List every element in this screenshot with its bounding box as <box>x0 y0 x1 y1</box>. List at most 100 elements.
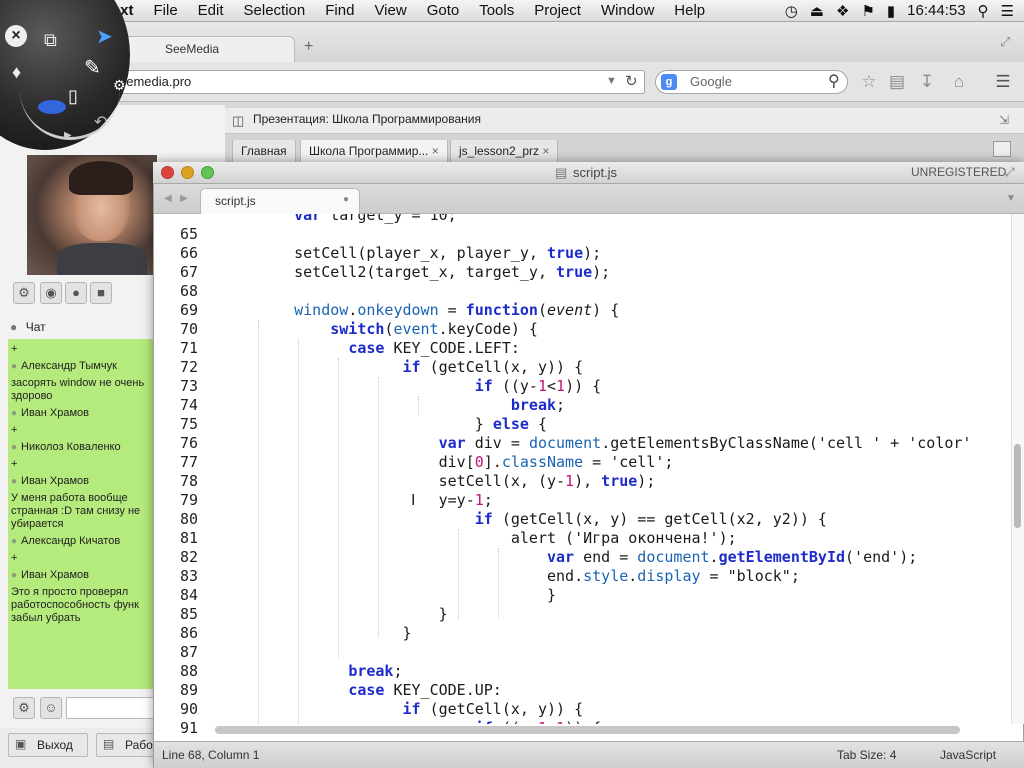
tab-right-arrow-icon[interactable]: ▶ <box>180 193 188 204</box>
url-field[interactable]: eemedia.pro <box>110 70 645 94</box>
chat-message-text: + <box>11 424 18 436</box>
webcam-video <box>27 155 157 275</box>
pointer-icon[interactable]: ➤ <box>96 24 113 49</box>
unregistered-label: UNREGISTERED <box>911 165 1007 179</box>
tab-size-selector[interactable]: Tab Size: 4 <box>837 748 896 762</box>
bell-icon[interactable]: ♦ <box>12 62 21 83</box>
gear-icon[interactable]: ⚙ <box>113 77 126 94</box>
chat-message-text: Это я просто проверял работоспособность … <box>11 586 139 624</box>
battery-icon[interactable]: ▮ <box>887 2 895 20</box>
pen-icon[interactable]: ✎ <box>84 55 101 80</box>
unsaved-dot-icon[interactable]: ● <box>343 194 349 205</box>
menu-goto[interactable]: Goto <box>417 2 470 19</box>
menu-help[interactable]: Help <box>664 2 715 19</box>
code-line: if (getCell(x, y) == getCell(x2, y2)) { <box>474 510 827 528</box>
menu-project[interactable]: Project <box>524 2 591 19</box>
eject-icon[interactable]: ⏏ <box>810 2 824 20</box>
line-number: 79 <box>179 491 198 509</box>
menu-file[interactable]: File <box>144 2 188 19</box>
work-button[interactable]: ▤ Рабо <box>96 733 156 757</box>
smiley-icon[interactable]: ☺ <box>40 697 62 719</box>
line-number: 67 <box>179 263 198 281</box>
chat-author: Александр Тымчук <box>11 360 153 373</box>
chat-messages[interactable]: + Александр Тымчук засорять window не оче… <box>8 339 156 689</box>
code-line: } <box>258 586 557 604</box>
line-number: 70 <box>179 320 198 338</box>
code-editor[interactable]: var target_y = 10; setCell(player_x, pla… <box>216 214 1011 724</box>
exit-button[interactable]: ▣ Выход <box>8 733 88 757</box>
menu-window[interactable]: Window <box>591 2 664 19</box>
code-line: case KEY_CODE.LEFT: <box>348 339 520 357</box>
presentation-window-icon[interactable] <box>993 141 1011 157</box>
url-dropdown-icon[interactable]: ▼ <box>606 75 617 87</box>
code-line: } <box>258 624 412 642</box>
chat-author: Александр Кичатов <box>11 535 153 548</box>
menu-find[interactable]: Find <box>315 2 364 19</box>
reload-icon[interactable]: ↻ <box>625 72 638 90</box>
menu-tools[interactable]: Tools <box>469 2 524 19</box>
bookmarks-list-icon[interactable]: ▤ <box>887 72 907 92</box>
dropbox-icon[interactable]: ❖ <box>836 2 849 20</box>
undo-icon[interactable]: ↶ <box>94 112 107 132</box>
presentation-expand-icon[interactable]: ⇲ <box>999 113 1009 127</box>
zoom-button[interactable] <box>201 166 214 179</box>
download-icon[interactable]: ↧ <box>917 72 937 92</box>
chat-message-text: + <box>11 343 18 355</box>
menu-view[interactable]: View <box>364 2 416 19</box>
play-icon[interactable]: ▶ <box>64 130 72 141</box>
tab-school-label: Школа Программир... <box>309 144 429 158</box>
editor-tab[interactable]: script.js ● <box>200 188 360 214</box>
browser-tab[interactable]: SeeMedia <box>120 36 295 62</box>
line-number: 82 <box>179 548 198 566</box>
flag-icon[interactable]: ⚑ <box>861 2 874 20</box>
chat-settings-icon[interactable]: ⚙ <box>13 697 35 719</box>
tab-home[interactable]: Главная <box>232 140 296 164</box>
highlighter-icon[interactable] <box>38 100 66 114</box>
close-icon[interactable]: × <box>542 144 549 158</box>
eraser-icon[interactable]: ▯ <box>68 86 78 107</box>
presentation-title: Презентация: Школа Программирования <box>253 112 481 126</box>
fullscreen-icon[interactable]: ⤢ <box>1000 34 1010 50</box>
code-line: setCell(x, (y-1), true); <box>258 472 656 490</box>
record-icon[interactable]: ● <box>65 282 87 304</box>
syntax-selector[interactable]: JavaScript <box>940 748 996 762</box>
chat-message: Александр Тымчук засорять window не очень… <box>11 360 153 403</box>
wifi-icon[interactable]: ◷ <box>785 2 798 20</box>
chat-icon: ● <box>10 320 18 334</box>
chat-author: Иван Храмов <box>11 407 153 420</box>
menu-selection[interactable]: Selection <box>234 2 316 19</box>
menu-edit[interactable]: Edit <box>188 2 234 19</box>
settings-icon[interactable]: ⚙ <box>13 282 35 304</box>
clock-time[interactable]: 16:44:53 <box>907 2 965 19</box>
close-icon[interactable]: × <box>5 25 27 47</box>
code-line: y=y-1; <box>258 491 493 509</box>
fullscreen-icon[interactable]: ⤢ <box>1005 165 1015 180</box>
stop-icon[interactable]: ■ <box>90 282 112 304</box>
tab-lesson[interactable]: js_lesson2_prz × <box>450 140 559 164</box>
home-icon[interactable]: ⌂ <box>949 72 969 92</box>
mac-menubar:  Sublime Text File Edit Selection Find … <box>0 0 1024 22</box>
search-field[interactable]: Google <box>655 70 848 94</box>
tab-overflow-icon[interactable]: ▼ <box>1006 193 1016 204</box>
tab-school[interactable]: Школа Программир... × <box>300 140 448 164</box>
search-icon[interactable]: ⚲ <box>828 71 840 91</box>
chat-message: Иван Храмов + <box>11 407 153 437</box>
chat-input[interactable] <box>66 697 158 719</box>
menu-icon[interactable]: ☰ <box>993 72 1013 92</box>
spotlight-search-icon[interactable]: ⚲ <box>978 2 989 20</box>
exit-label: Выход <box>37 738 73 752</box>
horizontal-scrollbar[interactable] <box>215 726 960 734</box>
close-icon[interactable]: × <box>432 144 439 158</box>
bookmark-star-icon[interactable]: ☆ <box>859 72 879 92</box>
new-tab-icon[interactable]: + <box>304 38 313 56</box>
minimize-button[interactable] <box>181 166 194 179</box>
chat-message-text: + <box>11 458 18 470</box>
scrollbar-thumb[interactable] <box>1014 444 1021 528</box>
notification-list-icon[interactable]: ☰ <box>1001 2 1014 20</box>
share-icon[interactable]: ⧉ <box>44 30 57 51</box>
close-button[interactable] <box>161 166 174 179</box>
webcam-icon[interactable]: ◉ <box>40 282 62 304</box>
tab-left-arrow-icon[interactable]: ◀ <box>164 193 172 204</box>
text-cursor-icon: I <box>411 492 416 509</box>
google-engine-icon[interactable]: g <box>661 74 677 90</box>
